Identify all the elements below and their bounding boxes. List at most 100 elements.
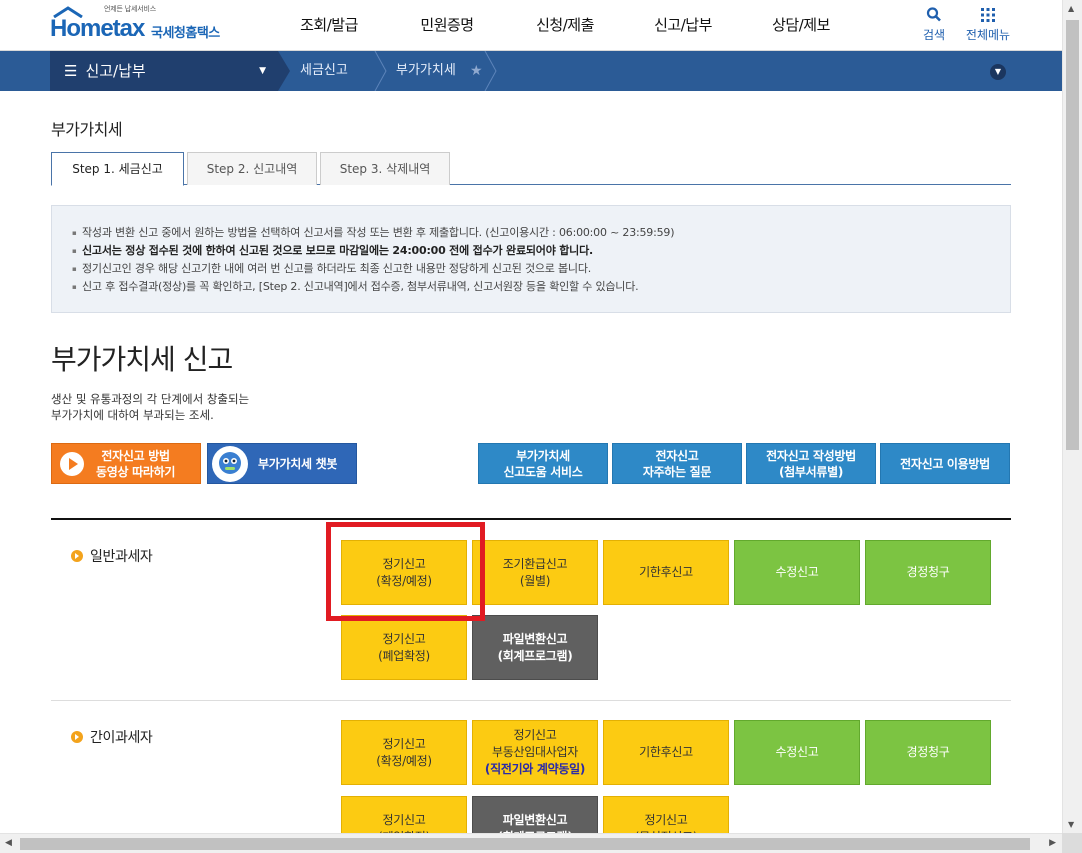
tile-line: (확정/예정) [376,753,432,768]
logo-wordmark: Hometax [50,15,145,42]
bullet-arrow-icon [71,550,83,562]
general-regular-filing-tile[interactable]: 정기신고 (확정/예정) [341,540,467,605]
tab-step2-filing-history[interactable]: Step 2. 신고내역 [187,152,317,185]
vat-help-line1: 부가가치세 [516,448,570,463]
tile-line: 수정신고 [775,745,819,759]
simple-late-filing-tile[interactable]: 기한후신고 [603,720,729,785]
notice-item: 신고 후 접수결과(정상)를 꼭 확인하고, [Step 2. 신고내역]에서 … [72,278,1010,296]
vat-help-line2: 신고도움 서비스 [503,464,583,479]
vertical-scrollbar[interactable]: ▲ ▼ [1062,0,1082,833]
tile-line: 정기신고 [644,812,688,827]
tile-line: 정기신고 [513,728,557,742]
menu-inquiry[interactable]: 조회/발급 [270,0,388,51]
tile-line: (회계프로그램) [497,648,573,663]
page-title: 부가가치세 [51,120,123,139]
general-early-refund-tile[interactable]: 조기환급신고 (월별) [472,540,598,605]
breadcrumb-separator-icon [374,51,387,91]
section-description: 생산 및 유통과정의 각 단계에서 창출되는 부가가치에 대하여 부과되는 조세… [51,391,249,423]
tile-line: 조기환급신고 [502,556,568,571]
expand-menu-icon[interactable]: ▼ [990,64,1006,80]
video-guide-line1: 전자신고 방법 [101,448,170,463]
bullet-arrow-icon [71,731,83,743]
general-closure-filing-tile[interactable]: 정기신고 (폐업확정) [341,615,467,680]
simple-amended-filing-tile[interactable]: 수정신고 [734,720,860,785]
logo-korean-name: 국세청홈택스 [151,26,220,41]
notice-item: 신고서는 정상 접수된 것에 한하여 신고된 것으로 보므로 마감일에는 24:… [72,242,1010,260]
tile-line: 경정청구 [906,565,950,579]
chatbot-label: 부가가치세 챗봇 [258,456,338,471]
breadcrumb-tax-filing[interactable]: 세금신고 [300,51,348,91]
general-correction-claim-tile[interactable]: 경정청구 [865,540,991,605]
scroll-right-arrow-icon[interactable]: ▶ [1049,838,1056,848]
top-header: 언제든 납세서비스 Hometax 국세청홈택스 조회/발급 민원증명 신청/제… [0,0,1062,51]
all-menu-label: 전체메뉴 [965,28,1011,42]
tile-line: 정기신고 [382,631,426,646]
section-divider [51,700,1011,701]
tile-line: 파일변환신고 [502,631,568,646]
scroll-left-arrow-icon[interactable]: ◀ [5,838,12,848]
breadcrumb-separator-icon [484,51,497,91]
description-line: 생산 및 유통과정의 각 단계에서 창출되는 [51,392,250,406]
description-line: 부가가치에 대하여 부과되는 조세. [51,408,214,422]
vat-help-service-button[interactable]: 부가가치세 신고도움 서비스 [478,443,608,484]
search-button[interactable]: 검색 [918,6,950,43]
general-file-conversion-tile[interactable]: 파일변환신고 (회계프로그램) [472,615,598,680]
video-guide-button[interactable]: 전자신고 방법 동영상 따라하기 [51,443,201,484]
page: 언제든 납세서비스 Hometax 국세청홈택스 조회/발급 민원증명 신청/제… [0,0,1082,853]
simple-taxpayer-text: 간이과세자 [90,730,153,746]
breadcrumb-vat[interactable]: 부가가치세 [396,51,456,91]
filing-method-button[interactable]: 전자신고 작성방법 (첨부서류별) [746,443,876,484]
vertical-scroll-thumb[interactable] [1066,20,1079,450]
video-guide-line2: 동영상 따라하기 [96,464,176,479]
breadcrumb-separator-icon [278,51,290,91]
tile-line: (폐업확정) [378,648,430,663]
filing-method-line1: 전자신고 작성방법 [766,448,856,463]
tile-line: (월별) [519,573,551,588]
general-late-filing-tile[interactable]: 기한후신고 [603,540,729,605]
menu-filing-payment[interactable]: 신고/납부 [624,0,742,51]
general-amended-filing-tile[interactable]: 수정신고 [734,540,860,605]
search-label: 검색 [922,28,946,42]
vat-chatbot-button[interactable]: 부가가치세 챗봇 [207,443,357,484]
search-icon [926,7,941,22]
simple-regular-filing-tile[interactable]: 정기신고 (확정/예정) [341,720,467,785]
all-menu-button[interactable]: 전체메뉴 [960,6,1016,43]
tile-line: 파일변환신고 [502,812,568,827]
menu-application[interactable]: 신청/제출 [506,0,624,51]
section-label: 신고/납부 [85,62,146,80]
section-dropdown[interactable]: ☰ 신고/납부 ▼ [50,51,278,91]
tile-line: 기한후신고 [639,745,693,759]
tab-step3-deleted-history[interactable]: Step 3. 삭제내역 [320,152,450,185]
horizontal-scroll-thumb[interactable] [20,838,1030,850]
tile-line: (직전기와 계약동일) [484,762,586,776]
scrollbar-corner [1062,833,1082,853]
main-menu: 조회/발급 민원증명 신청/제출 신고/납부 상담/제보 [270,0,860,51]
tile-line: 부동산임대사업자 [492,745,578,759]
favorite-star-icon[interactable]: ★ [470,51,483,91]
section-heading: 부가가치세 신고 [51,343,233,376]
faq-button[interactable]: 전자신고 자주하는 질문 [612,443,742,484]
simple-real-estate-filing-tile[interactable]: 정기신고부동산임대사업자 (직전기와 계약동일) [472,720,598,785]
chatbot-icon [212,445,248,482]
simple-correction-claim-tile[interactable]: 경정청구 [865,720,991,785]
scroll-down-arrow-icon[interactable]: ▼ [1068,820,1074,829]
usage-guide-button[interactable]: 전자신고 이용방법 [880,443,1010,484]
video-guide-label: 전자신고 방법 동영상 따라하기 [96,448,175,480]
tab-step1-tax-filing[interactable]: Step 1. 세금신고 [51,152,184,186]
tile-line: 정기신고 [382,736,426,751]
step-tabs: Step 1. 세금신고 Step 2. 신고내역 Step 3. 삭제내역 [51,152,1011,186]
faq-line1: 전자신고 [655,448,699,463]
breadcrumb-bar: ☰ 신고/납부 ▼ 세금신고 부가가치세 ★ ▼ [0,51,1062,91]
menu-consultation[interactable]: 상담/제보 [742,0,860,51]
tile-line: 기한후신고 [639,565,693,579]
notice-box: 작성과 변환 신고 중에서 원하는 방법을 선택하여 신고서를 작성 또는 변환… [51,205,1011,313]
divider [51,518,1011,520]
scroll-up-arrow-icon[interactable]: ▲ [1068,4,1074,13]
menu-certificates[interactable]: 민원증명 [388,0,506,51]
tile-line: (확정/예정) [376,573,432,588]
horizontal-scrollbar[interactable]: ◀ ▶ [0,833,1062,853]
hometax-logo[interactable]: 언제든 납세서비스 Hometax 국세청홈택스 [50,4,240,46]
grid-menu-icon [981,8,995,22]
tile-line: 정기신고 [382,556,426,571]
logo-subtext: 언제든 납세서비스 [104,5,156,13]
